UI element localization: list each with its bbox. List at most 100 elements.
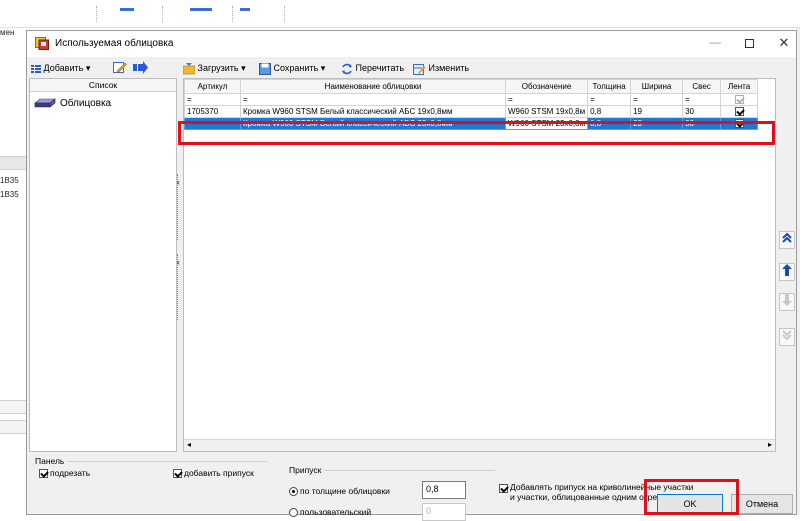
- background-left-panel: мен 1В35 1В35: [0, 28, 26, 515]
- move-down-button[interactable]: [779, 293, 795, 311]
- cancel-button[interactable]: Отмена: [731, 494, 793, 514]
- title-bar[interactable]: Используемая облицовка — ✕: [27, 31, 796, 57]
- filter-checkbox[interactable]: [734, 95, 744, 105]
- background-row-label: 1В35: [0, 176, 19, 185]
- list-item-facing[interactable]: Облицовка: [34, 96, 111, 112]
- filter-cell[interactable]: =: [587, 93, 632, 106]
- filter-row: = = = = = =: [184, 93, 759, 106]
- custom-allowance-input[interactable]: 0: [422, 503, 466, 521]
- group-divider: [325, 470, 495, 471]
- background-toolbar: [0, 0, 800, 28]
- add-allowance-label: добавить припуск: [184, 468, 254, 478]
- maximize-button[interactable]: [739, 35, 759, 53]
- toolbar-icon[interactable]: [240, 8, 250, 11]
- double-chevron-up-icon: [782, 232, 792, 243]
- panel-group-title: Панель: [35, 456, 65, 466]
- maximize-icon: [744, 39, 754, 48]
- move-bottom-button[interactable]: [779, 328, 795, 346]
- move-top-button[interactable]: [779, 231, 795, 249]
- custom-radio-dot[interactable]: [289, 508, 298, 518]
- double-chevron-down-icon: [782, 330, 792, 341]
- dialog-title: Используемая облицовка: [55, 38, 174, 49]
- selected-row-highlight: [178, 121, 775, 145]
- export-list-button[interactable]: [133, 61, 149, 75]
- trim-checkbox[interactable]: подрезать: [39, 468, 91, 479]
- filter-cell[interactable]: =: [630, 93, 684, 106]
- list-item-label: Облицовка: [60, 98, 112, 109]
- background-row-label: 1В35: [0, 190, 19, 199]
- ok-button-highlight: [644, 479, 739, 515]
- custom-label: пользовательский: [300, 507, 372, 517]
- by-thickness-radio-dot[interactable]: [289, 487, 298, 497]
- list-toolbar: Добавить ▾: [29, 59, 179, 77]
- chevron-left-icon[interactable]: ‹: [177, 257, 180, 267]
- toolbar-icon[interactable]: [120, 8, 134, 11]
- curved-allowance-checkbox-box[interactable]: [499, 484, 508, 493]
- trim-checkbox-box[interactable]: [39, 469, 48, 479]
- custom-radio[interactable]: пользовательский: [289, 507, 372, 518]
- menu-fragment[interactable]: мен: [0, 28, 14, 37]
- move-up-button[interactable]: [779, 263, 795, 281]
- column-header-designation[interactable]: Обозначение: [504, 79, 589, 94]
- cell-thickness[interactable]: 0,8: [587, 105, 632, 118]
- cell-width[interactable]: 19: [630, 105, 684, 118]
- table-row[interactable]: 1705370 Кромка W960 STSM Белый классичес…: [184, 105, 759, 118]
- column-header-tape[interactable]: Лента: [720, 79, 759, 94]
- filter-cell[interactable]: =: [184, 93, 241, 106]
- facing-dialog: Используемая облицовка — ✕ Добавить ▾ Сп…: [26, 30, 797, 521]
- background-band: [0, 420, 26, 434]
- arrow-down-icon: [782, 294, 792, 306]
- save-icon: [259, 62, 271, 75]
- close-button[interactable]: ✕: [774, 35, 794, 53]
- save-dropdown-button[interactable]: Сохранить ▾: [259, 61, 325, 75]
- by-thickness-input[interactable]: 0,8: [422, 481, 466, 499]
- scroll-right-icon[interactable]: ▸: [768, 440, 772, 449]
- column-header-article[interactable]: Артикул: [184, 79, 241, 94]
- chevron-down-icon: ▾: [320, 63, 326, 73]
- scroll-left-icon[interactable]: ◂: [187, 440, 191, 449]
- allowance-group-title: Припуск: [289, 465, 322, 475]
- chevron-down-icon: ▾: [85, 63, 91, 73]
- reread-button[interactable]: Перечитать: [341, 61, 404, 75]
- edit-pencil-icon: [113, 62, 127, 73]
- cell-name[interactable]: Кромка W960 STSM Белый классический АБС …: [240, 105, 506, 118]
- by-thickness-label: по толщине облицовки: [300, 486, 390, 496]
- by-thickness-radio[interactable]: по толщине облицовки: [289, 486, 390, 497]
- add-label: Добавить: [43, 63, 84, 73]
- cell-tape[interactable]: [720, 105, 759, 118]
- tape-checkbox[interactable]: [734, 107, 744, 117]
- cell-overhang[interactable]: 30: [682, 105, 722, 118]
- background-band: [0, 400, 26, 414]
- list-header: Список: [30, 79, 176, 92]
- horizontal-scrollbar[interactable]: ◂ ▸: [184, 439, 775, 451]
- add-dropdown-button[interactable]: Добавить ▾: [31, 61, 90, 75]
- add-list-icon: [31, 64, 41, 73]
- toolbar-separator: [162, 6, 163, 22]
- filter-cell[interactable]: =: [240, 93, 506, 106]
- cell-designation[interactable]: W960 STSM 19х0,8м: [504, 105, 589, 118]
- list-panel: Список Облицовка: [29, 78, 177, 452]
- edit-list-button[interactable]: [113, 61, 127, 75]
- filter-cell[interactable]: [720, 93, 759, 106]
- load-icon: [182, 62, 196, 74]
- toolbar-icon[interactable]: [190, 8, 212, 11]
- edit-button[interactable]: Изменить: [413, 61, 469, 75]
- cell-article[interactable]: 1705370: [184, 105, 241, 118]
- add-allowance-checkbox-box[interactable]: [173, 469, 182, 479]
- edit-table-icon: [413, 63, 426, 75]
- dialog-app-icon: [35, 37, 49, 50]
- column-header-thickness[interactable]: Толщина: [587, 79, 632, 94]
- add-allowance-checkbox[interactable]: добавить припуск: [173, 468, 254, 479]
- background-band: [0, 156, 26, 170]
- filter-cell[interactable]: =: [682, 93, 722, 106]
- column-header-name[interactable]: Наименование облицовки: [240, 79, 506, 94]
- load-dropdown-button[interactable]: Загрузить ▾: [182, 61, 246, 75]
- minimize-button[interactable]: —: [705, 35, 725, 53]
- column-header-width[interactable]: Ширина: [630, 79, 684, 94]
- filter-cell[interactable]: =: [504, 93, 589, 106]
- trim-label: подрезать: [50, 468, 91, 478]
- chevron-left-icon[interactable]: ‹: [177, 177, 180, 187]
- column-header-overhang[interactable]: Свес: [682, 79, 722, 94]
- save-label: Сохранить: [273, 63, 319, 73]
- grid-toolbar: Загрузить ▾ Сохранить ▾ Перечитать Измен…: [181, 59, 581, 77]
